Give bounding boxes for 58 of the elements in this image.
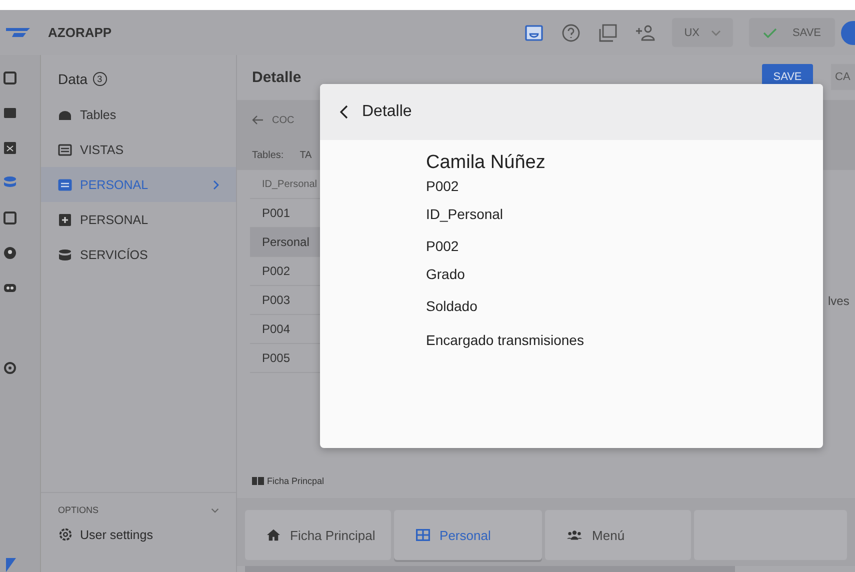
app-title: AZORAPP	[48, 25, 112, 40]
tables-label: Tables:	[252, 150, 284, 160]
save-button[interactable]: SAVE	[749, 18, 835, 47]
detail-text: Grado	[426, 266, 465, 282]
ux-dropdown[interactable]: UX	[672, 18, 734, 47]
back-button[interactable]: COC	[252, 114, 294, 126]
arrow-left-icon	[252, 115, 264, 125]
badge-icon[interactable]	[3, 141, 17, 155]
chevron-down-icon[interactable]	[211, 508, 219, 512]
column-text: lves	[828, 294, 850, 308]
home-icon	[267, 529, 280, 541]
add-icon	[58, 214, 72, 226]
count-badge: 3	[92, 72, 107, 86]
detail-text: P002	[426, 178, 459, 194]
tab[interactable]: Ficha Principal	[245, 510, 391, 560]
database-icon	[58, 248, 72, 260]
settings-icon[interactable]	[3, 361, 17, 375]
logo-icon	[6, 28, 30, 38]
sidebar-item[interactable]: SERVICÍOS	[41, 237, 236, 272]
help-icon[interactable]	[561, 22, 582, 42]
detail-text: Encargado transmisiones	[426, 332, 584, 348]
options-label: OPTIONS	[58, 505, 99, 515]
gallery-icon[interactable]	[598, 22, 618, 42]
logo-icon	[6, 558, 16, 572]
settings-icon	[58, 527, 73, 542]
back-button[interactable]: Detalle	[340, 103, 412, 121]
sidebar-item[interactable]: VISTAS	[41, 132, 236, 167]
list-icon	[58, 144, 72, 156]
people-icon	[567, 530, 582, 540]
sidebar-item[interactable]: Tables	[41, 97, 236, 132]
toggle-icon[interactable]	[3, 281, 17, 295]
cancel-button[interactable]: CA	[831, 64, 855, 90]
tab[interactable]: Personal	[394, 510, 542, 560]
sidebar-item[interactable]: PERSONAL	[41, 202, 236, 237]
card-icon	[252, 477, 264, 485]
detail-text: Soldado	[426, 298, 478, 314]
avatar[interactable]	[841, 20, 855, 44]
tab[interactable]: Menú	[545, 510, 691, 560]
page-title: Detalle	[252, 69, 302, 86]
chevron-down-icon	[711, 30, 722, 36]
detail-text: P002	[426, 238, 459, 254]
user-settings-link[interactable]: User settings	[41, 523, 236, 572]
list-icon	[58, 178, 72, 190]
detail-text: ID_Personal	[426, 206, 504, 222]
section-label: Ficha Princpal	[267, 476, 324, 486]
cloud-icon	[58, 108, 72, 120]
database-icon[interactable]	[3, 176, 17, 190]
square-icon[interactable]	[3, 71, 17, 85]
add-user-icon[interactable]	[635, 22, 656, 42]
sidebar-title: Data	[58, 71, 88, 87]
table-icon	[416, 529, 430, 541]
tables-value: TA	[300, 150, 312, 160]
square-icon[interactable]	[3, 211, 17, 225]
sidebar-item[interactable]: PERSONAL	[41, 167, 236, 202]
chevron-left-icon	[340, 105, 348, 119]
chevron-right-icon	[213, 180, 219, 190]
check-icon	[763, 28, 778, 38]
window-icon[interactable]	[524, 22, 544, 42]
